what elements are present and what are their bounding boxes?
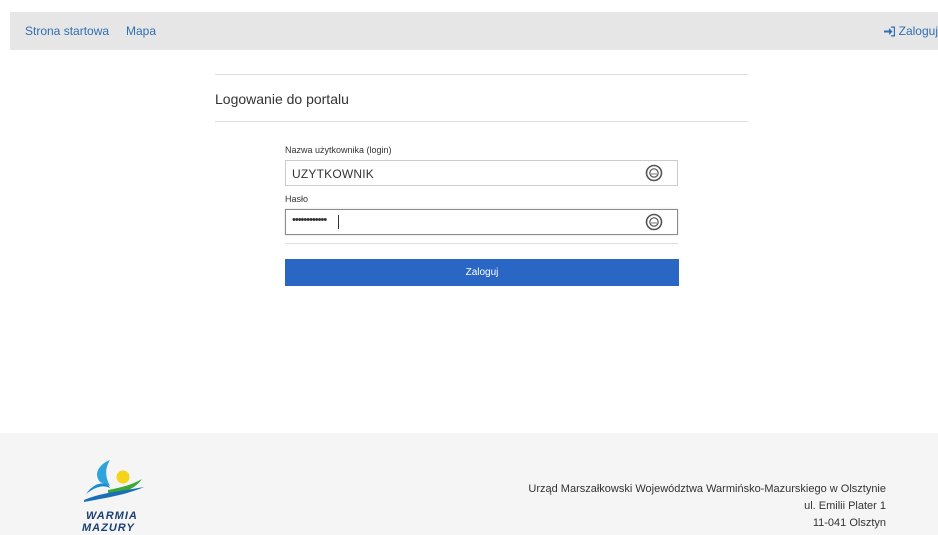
password-manager-icon[interactable] — [645, 213, 663, 231]
warmia-mazury-logo — [84, 460, 144, 502]
nav-home-link[interactable]: Strona startowa — [25, 24, 109, 38]
logo-text-line2: MAZURY — [82, 522, 135, 534]
sign-in-icon — [883, 26, 895, 37]
password-manager-icon[interactable] — [645, 164, 663, 182]
footer-address-line3: 11-041 Olsztyn — [812, 517, 886, 529]
username-value: UZYTKOWNIK — [292, 167, 374, 181]
divider — [215, 74, 748, 75]
logo-text-line1: WARMIA — [86, 510, 138, 522]
footer-address-line1: Urząd Marszałkowski Województwa Warmińsk… — [528, 483, 886, 495]
password-value: •••••••••••• — [292, 214, 327, 226]
username-label: Nazwa użytkownika (login) — [285, 145, 392, 155]
top-navbar: Strona startowa Mapa Zaloguj — [10, 12, 938, 50]
nav-login-label: Zaloguj — [898, 24, 938, 38]
divider — [285, 243, 678, 244]
divider — [215, 121, 748, 122]
login-submit-button[interactable]: Zaloguj — [285, 259, 679, 286]
text-caret — [338, 215, 339, 229]
footer: WARMIA MAZURY Urząd Marszałkowski Wojewó… — [0, 433, 938, 535]
password-label: Hasło — [285, 194, 309, 204]
page-title: Logowanie do portalu — [215, 91, 349, 107]
nav-login-link[interactable]: Zaloguj — [883, 24, 938, 38]
password-field[interactable]: •••••••••••• — [285, 209, 678, 235]
footer-address-line2: ul. Emilii Plater 1 — [804, 500, 886, 512]
username-field[interactable]: UZYTKOWNIK — [285, 160, 678, 186]
nav-map-link[interactable]: Mapa — [126, 24, 156, 38]
